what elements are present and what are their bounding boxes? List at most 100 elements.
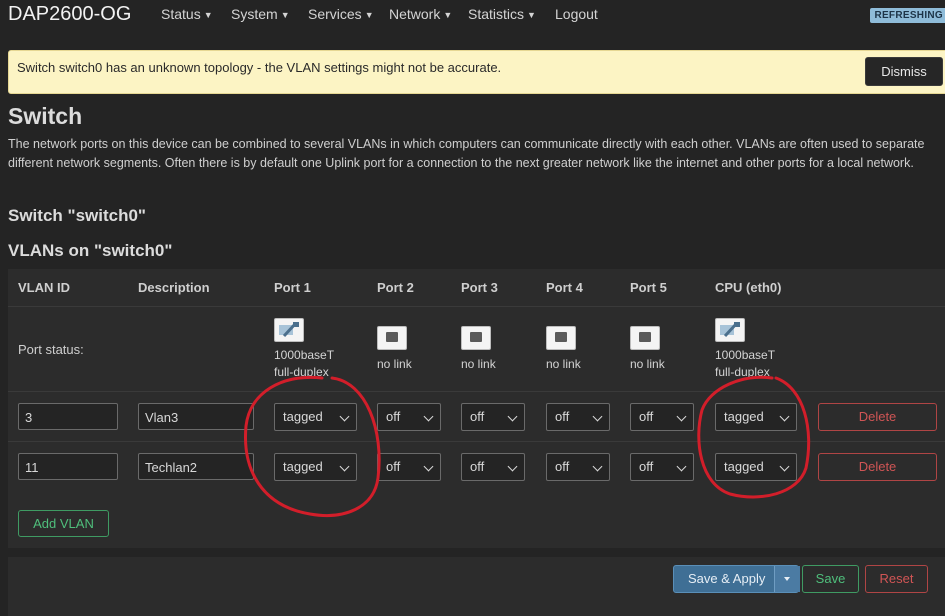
cpu-port-duplex: full-duplex xyxy=(715,365,770,379)
switch-section-title: Switch "switch0" xyxy=(8,206,146,225)
port-2-value: off xyxy=(386,459,401,474)
save-apply-dropdown-toggle[interactable] xyxy=(774,566,800,592)
col-header-port-1: Port 1 xyxy=(274,280,311,295)
port-1-select[interactable]: tagged xyxy=(274,453,357,481)
menu-network[interactable]: Network ▼ xyxy=(389,6,452,22)
caret-down-icon xyxy=(784,577,790,581)
col-header-description: Description xyxy=(138,280,210,295)
port-1-status: 1000baseT full-duplex xyxy=(274,347,334,381)
vlan-description-input[interactable]: Vlan3 xyxy=(138,403,254,430)
port-3-value: off xyxy=(470,409,485,424)
vlan-id-input[interactable]: 3 xyxy=(18,403,118,430)
menu-services[interactable]: Services ▼ xyxy=(308,6,374,22)
col-header-vlan-id: VLAN ID xyxy=(18,280,70,295)
cpu-port-value: tagged xyxy=(724,409,764,424)
port-3-value: off xyxy=(470,459,485,474)
port-5-value: off xyxy=(639,409,654,424)
chevron-down-icon xyxy=(779,461,790,472)
menu-logout[interactable]: Logout xyxy=(555,6,598,22)
col-header-port-2: Port 2 xyxy=(377,280,414,295)
menu-services-label: Services xyxy=(308,6,362,22)
chevron-down-icon xyxy=(423,461,434,472)
port-1-value: tagged xyxy=(283,409,323,424)
brand-title[interactable]: DAP2600-OG xyxy=(8,3,131,26)
save-apply-label: Save & Apply xyxy=(688,571,766,586)
port-3-status: no link xyxy=(461,357,496,371)
col-header-port-5: Port 5 xyxy=(630,280,667,295)
port-5-select[interactable]: off xyxy=(630,453,694,481)
add-vlan-button[interactable]: Add VLAN xyxy=(18,510,109,537)
port-3-select[interactable]: off xyxy=(461,403,525,431)
port-4-status: no link xyxy=(546,357,581,371)
port-5-select[interactable]: off xyxy=(630,403,694,431)
port-2-value: off xyxy=(386,409,401,424)
port-5-status: no link xyxy=(630,357,665,371)
col-header-cpu: CPU (eth0) xyxy=(715,280,782,295)
chevron-down-icon xyxy=(676,411,687,422)
top-navbar: DAP2600-OG Status ▼ System ▼ Services ▼ Net… xyxy=(0,0,945,33)
row-divider xyxy=(8,391,945,392)
col-header-port-3: Port 3 xyxy=(461,280,498,295)
port-2-select[interactable]: off xyxy=(377,403,441,431)
port-5-value: off xyxy=(639,459,654,474)
header-divider xyxy=(8,306,945,307)
port-1-duplex: full-duplex xyxy=(274,365,329,379)
chevron-down-icon xyxy=(507,461,518,472)
port-2-select[interactable]: off xyxy=(377,453,441,481)
menu-system[interactable]: System ▼ xyxy=(231,6,290,22)
port-1-speed: 1000baseT xyxy=(274,348,335,362)
chevron-down-icon: ▼ xyxy=(527,10,536,20)
vlan-description-input[interactable]: Techlan2 xyxy=(138,453,254,480)
chevron-down-icon xyxy=(339,461,350,472)
chevron-down-icon xyxy=(339,411,350,422)
row-divider xyxy=(8,441,945,442)
port-linked-icon xyxy=(274,318,304,342)
port-4-value: off xyxy=(555,459,570,474)
refreshing-badge[interactable]: REFRESHING xyxy=(870,8,945,23)
port-1-value: tagged xyxy=(283,459,323,474)
menu-network-label: Network xyxy=(389,6,441,22)
vlans-section-title: VLANs on "switch0" xyxy=(8,241,173,260)
port-4-select[interactable]: off xyxy=(546,403,610,431)
port-2-status: no link xyxy=(377,357,412,371)
vlan-id-input[interactable]: 11 xyxy=(18,453,118,480)
cpu-port-status: 1000baseT full-duplex xyxy=(715,347,775,381)
chevron-down-icon xyxy=(592,411,603,422)
alert-message: Switch switch0 has an unknown topology -… xyxy=(17,60,502,75)
chevron-down-icon xyxy=(507,411,518,422)
cpu-port-speed: 1000baseT xyxy=(715,348,776,362)
menu-status-label: Status xyxy=(161,6,201,22)
port-no-link-icon xyxy=(377,326,407,350)
port-4-value: off xyxy=(555,409,570,424)
page-description: The network ports on this device can be … xyxy=(8,137,925,170)
dismiss-button[interactable]: Dismiss xyxy=(865,57,943,86)
cpu-port-value: tagged xyxy=(724,459,764,474)
cpu-port-select[interactable]: tagged xyxy=(715,453,797,481)
reset-button[interactable]: Reset xyxy=(865,565,928,593)
port-no-link-icon xyxy=(461,326,491,350)
port-1-select[interactable]: tagged xyxy=(274,403,357,431)
col-header-port-4: Port 4 xyxy=(546,280,583,295)
chevron-down-icon xyxy=(423,411,434,422)
save-button[interactable]: Save xyxy=(802,565,859,593)
menu-system-label: System xyxy=(231,6,278,22)
chevron-down-icon: ▼ xyxy=(203,10,213,20)
chevron-down-icon: ▼ xyxy=(443,10,453,20)
delete-vlan-button[interactable]: Delete xyxy=(818,403,937,431)
menu-statistics[interactable]: Statistics ▼ xyxy=(468,6,536,22)
port-linked-icon xyxy=(715,318,745,342)
save-apply-button[interactable]: Save & Apply xyxy=(673,565,800,593)
page-title: Switch xyxy=(8,103,83,129)
menu-statistics-label: Statistics xyxy=(468,6,525,22)
chevron-down-icon: ▼ xyxy=(280,10,290,20)
chevron-down-icon xyxy=(779,411,790,422)
port-3-select[interactable]: off xyxy=(461,453,525,481)
port-4-select[interactable]: off xyxy=(546,453,610,481)
cpu-port-select[interactable]: tagged xyxy=(715,403,797,431)
delete-vlan-button[interactable]: Delete xyxy=(818,453,937,481)
port-no-link-icon xyxy=(630,326,660,350)
menu-status[interactable]: Status ▼ xyxy=(161,6,213,22)
topology-warning-alert: Switch switch0 has an unknown topology -… xyxy=(8,50,945,94)
port-status-label: Port status: xyxy=(18,342,84,357)
chevron-down-icon xyxy=(592,461,603,472)
